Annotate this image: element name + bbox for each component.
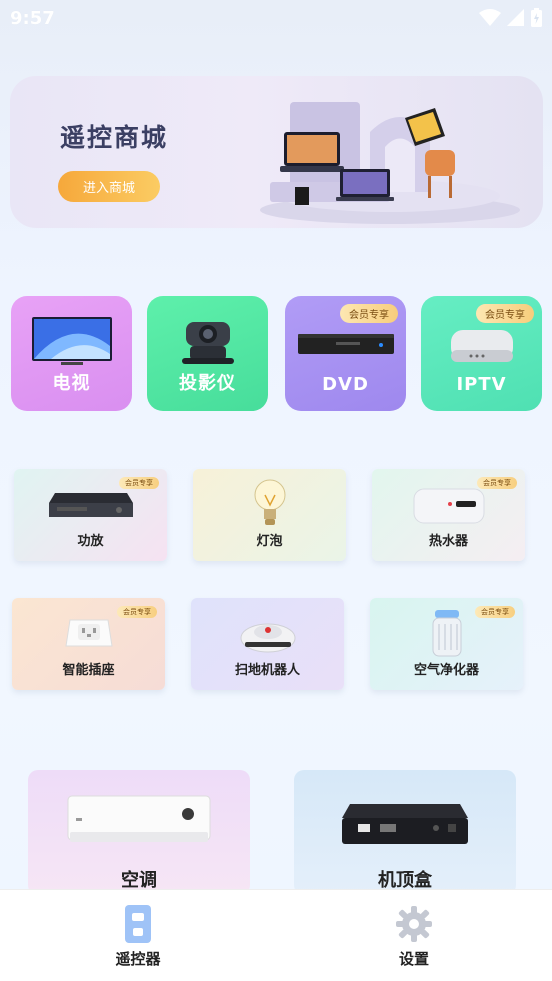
vip-badge: 会员专享 (475, 606, 515, 618)
category-iptv[interactable]: 会员专享 IPTV (421, 296, 542, 411)
gear-icon (396, 906, 432, 942)
category-projector[interactable]: 投影仪 (147, 296, 268, 411)
vip-badge: 会员专享 (340, 304, 398, 323)
remote-icon (125, 905, 151, 943)
tab-remote[interactable]: 遥控器 (0, 890, 276, 981)
category-label: 电视 (52, 373, 91, 394)
device-label: 智能插座 (62, 663, 115, 678)
device-label: 空气净化器 (413, 663, 479, 678)
device-label: 灯泡 (256, 534, 283, 549)
device-bulb[interactable]: 灯泡 (193, 469, 346, 561)
featured-set-top-box[interactable]: 机顶盒 (294, 770, 516, 895)
wifi-icon (479, 8, 501, 26)
robot-vacuum-image (240, 623, 295, 653)
air-conditioner-image (67, 795, 211, 842)
smart-plug-image (64, 619, 113, 647)
device-water-heater[interactable]: 会员专享 热水器 (372, 469, 525, 561)
banner-title: 遥控商城 (60, 123, 169, 152)
products-illustration (260, 102, 520, 224)
device-amplifier[interactable]: 会员专享 功放 (14, 469, 167, 561)
vip-badge: 会员专享 (476, 304, 534, 323)
category-label: DVD (322, 374, 369, 395)
category-label: 投影仪 (179, 373, 236, 394)
category-tv[interactable]: 电视 (11, 296, 132, 411)
category-label: IPTV (456, 374, 507, 395)
enter-mall-button[interactable]: 进入商城 (58, 171, 160, 202)
device-robot-vacuum[interactable]: 扫地机器人 (191, 598, 344, 690)
projector-image (181, 322, 234, 364)
tab-label: 设置 (398, 950, 429, 968)
status-bar: 9:57 (0, 0, 552, 38)
battery-icon (531, 8, 542, 27)
device-smart-plug[interactable]: 会员专享 智能插座 (12, 598, 165, 690)
featured-air-conditioner[interactable]: 空调 (28, 770, 250, 895)
tv-image (31, 317, 112, 365)
amplifier-image (48, 493, 133, 517)
water-heater-image (413, 488, 484, 524)
device-label: 扫地机器人 (234, 663, 300, 678)
device-air-purifier[interactable]: 会员专享 空气净化器 (370, 598, 523, 690)
bottom-tabbar: 遥控器 设置 (0, 889, 552, 981)
mall-banner[interactable]: 遥控商城 进入商城 (10, 76, 543, 228)
status-icons (479, 8, 542, 27)
category-dvd[interactable]: 会员专享 DVD (285, 296, 406, 411)
bulb-image (254, 479, 285, 525)
device-label: 功放 (77, 534, 104, 549)
status-time: 9:57 (10, 8, 55, 29)
air-purifier-image (432, 610, 461, 657)
signal-icon (507, 8, 524, 26)
vip-badge: 会员专享 (117, 606, 157, 618)
dvd-player-image (297, 334, 394, 354)
tab-label: 遥控器 (115, 950, 161, 968)
set-top-box-image (342, 804, 468, 844)
device-label: 热水器 (428, 534, 468, 549)
iptv-box-image (450, 330, 513, 362)
tab-settings[interactable]: 设置 (276, 890, 552, 981)
